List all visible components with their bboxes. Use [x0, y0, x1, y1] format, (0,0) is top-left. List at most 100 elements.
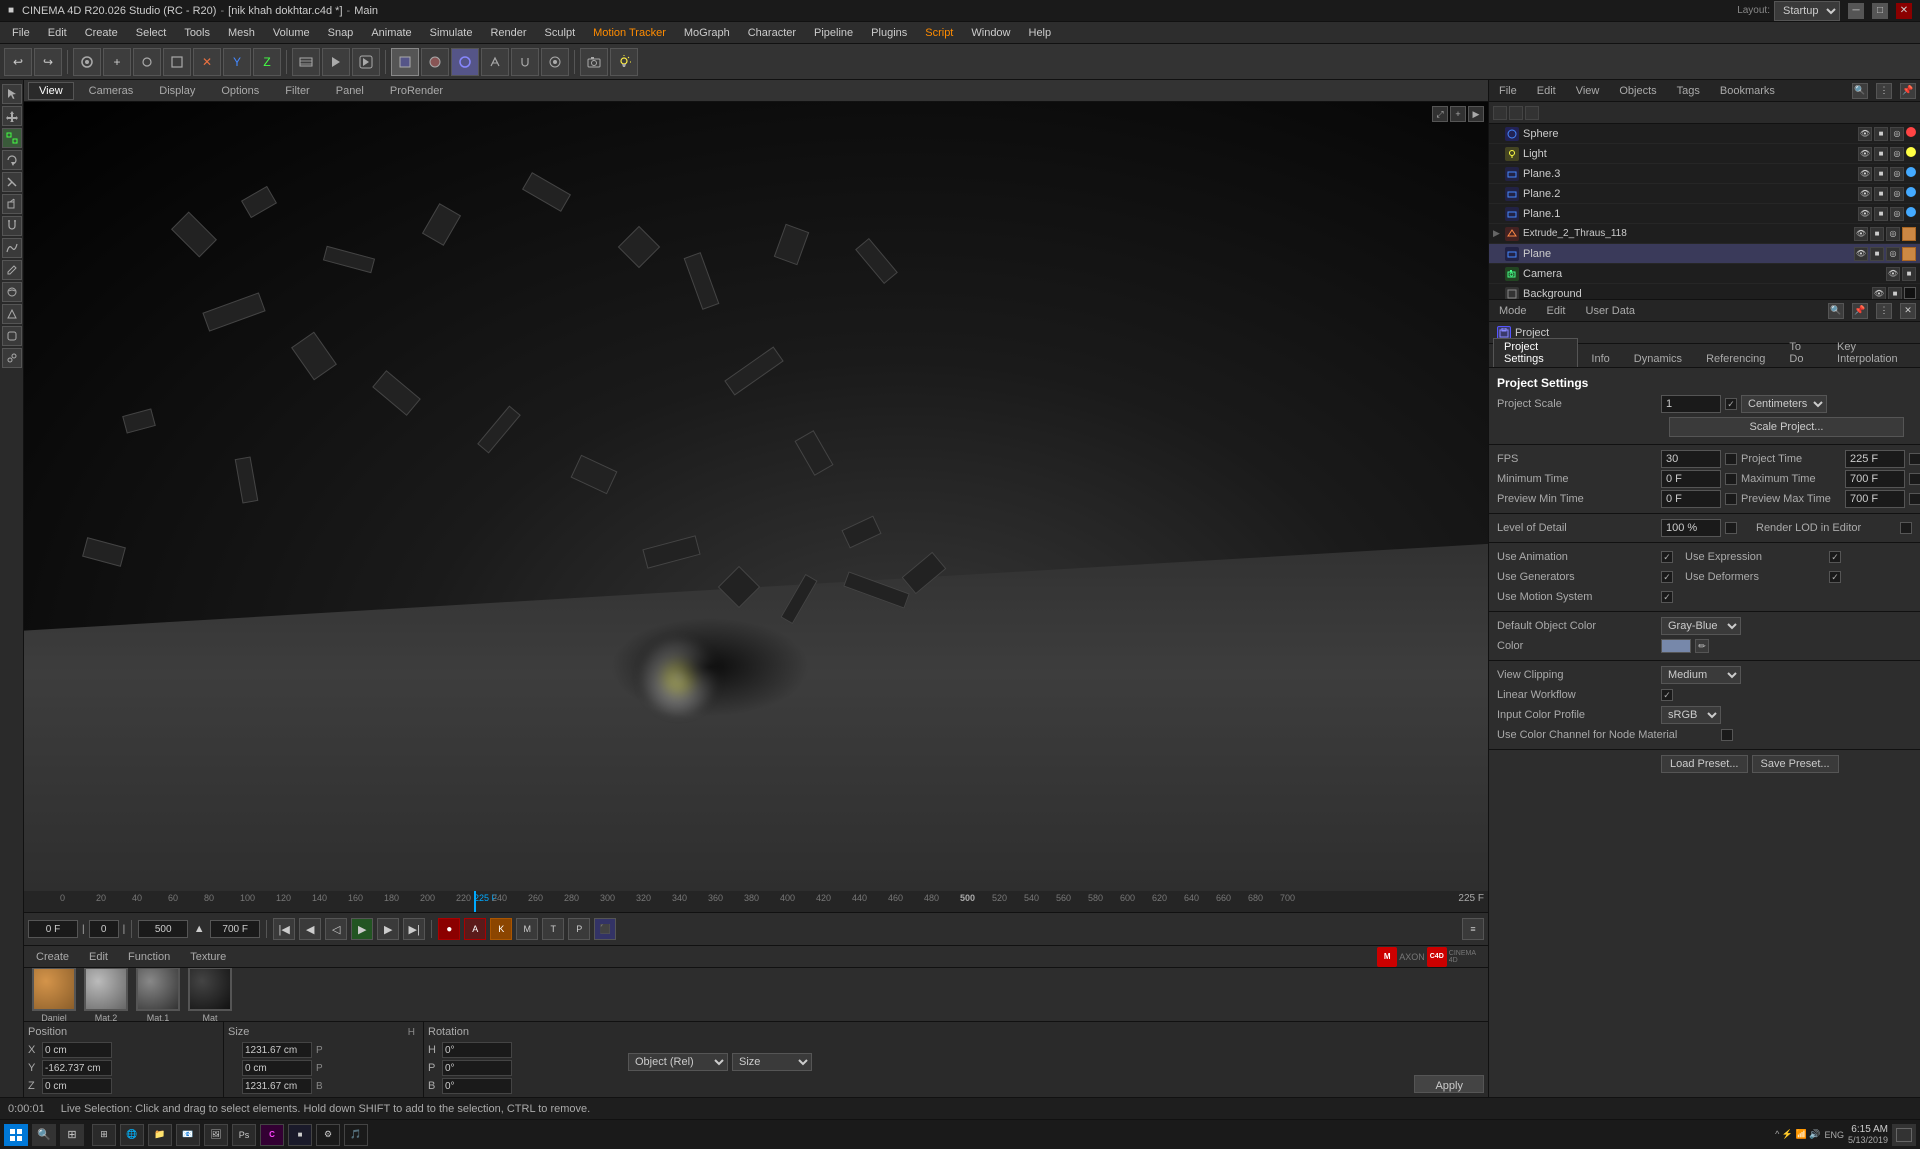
- obj-edit-btn[interactable]: Edit: [1531, 84, 1562, 98]
- redo-button[interactable]: ↪: [34, 48, 62, 76]
- viewport-3d[interactable]: ⤢ + ▶: [24, 102, 1488, 891]
- timeline-end-button[interactable]: ≡: [1462, 918, 1484, 940]
- mat-tab-edit[interactable]: Edit: [81, 949, 116, 965]
- attr-tab-info[interactable]: Info: [1580, 350, 1620, 367]
- show-desktop-button[interactable]: [1892, 1124, 1916, 1146]
- plane3-lock-btn[interactable]: ◎: [1890, 167, 1904, 181]
- menu-script[interactable]: Script: [917, 25, 961, 41]
- attr-extra-btn[interactable]: ⋮: [1876, 303, 1892, 319]
- task-view-button[interactable]: ⊞: [60, 1124, 84, 1146]
- mograph-tool[interactable]: [2, 348, 22, 368]
- menu-edit[interactable]: Edit: [40, 25, 75, 41]
- taskbar-app-1[interactable]: ⊞: [92, 1124, 116, 1146]
- menu-plugins[interactable]: Plugins: [863, 25, 915, 41]
- minimize-button[interactable]: ─: [1848, 3, 1864, 19]
- camera-render-btn[interactable]: ■: [1902, 267, 1916, 281]
- viewport-toggle-button[interactable]: +: [1450, 106, 1466, 122]
- texture-mode-button[interactable]: [421, 48, 449, 76]
- fps-input[interactable]: [1661, 450, 1721, 468]
- render-button[interactable]: [322, 48, 350, 76]
- obj-row-plane2[interactable]: Plane.2 👁 ■ ◎: [1489, 184, 1920, 204]
- menu-animate[interactable]: Animate: [363, 25, 419, 41]
- use-deformers-check[interactable]: [1829, 571, 1841, 583]
- menu-simulate[interactable]: Simulate: [422, 25, 481, 41]
- project-scale-lock[interactable]: [1725, 398, 1737, 410]
- extrude-render-btn[interactable]: ■: [1870, 227, 1884, 241]
- obj-search-btn[interactable]: 🔍: [1852, 83, 1868, 99]
- simulation-tool[interactable]: [2, 304, 22, 324]
- preview-max-input[interactable]: [1845, 490, 1905, 508]
- light-button[interactable]: [610, 48, 638, 76]
- y-axis-button[interactable]: Z: [253, 48, 281, 76]
- linear-workflow-check[interactable]: [1661, 689, 1673, 701]
- max-frame-input[interactable]: [210, 920, 260, 938]
- min-time-lock[interactable]: [1725, 473, 1737, 485]
- plane2-lock-btn[interactable]: ◎: [1890, 187, 1904, 201]
- move-tool[interactable]: [2, 106, 22, 126]
- max-time-lock[interactable]: [1909, 473, 1920, 485]
- tab-panel[interactable]: Panel: [325, 82, 375, 100]
- obj-row-plane-selected[interactable]: Plane 👁 ■ ◎: [1489, 244, 1920, 264]
- obj-file-btn[interactable]: File: [1493, 84, 1523, 98]
- move-tool-button[interactable]: [133, 48, 161, 76]
- input-color-profile-select[interactable]: sRGB: [1661, 706, 1721, 724]
- use-generators-check[interactable]: [1661, 571, 1673, 583]
- layout-dropdown[interactable]: Startup: [1774, 1, 1840, 21]
- attr-tab-todo[interactable]: To Do: [1778, 338, 1824, 367]
- viewport-render-button[interactable]: ▶: [1468, 106, 1484, 122]
- tab-filter[interactable]: Filter: [274, 82, 320, 100]
- play-back-button[interactable]: ◁: [325, 918, 347, 940]
- plane1-render-btn[interactable]: ■: [1874, 207, 1888, 221]
- menu-tools[interactable]: Tools: [176, 25, 218, 41]
- end-frame-input[interactable]: [138, 920, 188, 938]
- rotation-h-input[interactable]: [442, 1042, 512, 1058]
- coord-mode-select[interactable]: Size: [732, 1053, 812, 1071]
- paint-tool[interactable]: [2, 260, 22, 280]
- viewport-expand-button[interactable]: ⤢: [1432, 106, 1448, 122]
- plane-sel-vis-btn[interactable]: 👁: [1854, 247, 1868, 261]
- use-color-channel-check[interactable]: [1721, 729, 1733, 741]
- menu-sculpt[interactable]: Sculpt: [537, 25, 584, 41]
- menu-help[interactable]: Help: [1021, 25, 1060, 41]
- position-z-input[interactable]: [42, 1078, 112, 1094]
- tab-prorender[interactable]: ProRender: [379, 82, 454, 100]
- taskbar-app-c4d[interactable]: ■: [288, 1124, 312, 1146]
- project-time-lock[interactable]: [1909, 453, 1920, 465]
- obj-row-plane1[interactable]: Plane.1 👁 ■ ◎: [1489, 204, 1920, 224]
- attr-search-btn[interactable]: 🔍: [1828, 303, 1844, 319]
- view-clipping-select[interactable]: Medium: [1661, 666, 1741, 684]
- obj-bookmarks-btn[interactable]: Bookmarks: [1714, 84, 1781, 98]
- texture-axis-button[interactable]: [451, 48, 479, 76]
- mat-tab-create[interactable]: Create: [28, 949, 77, 965]
- light-render-btn[interactable]: ■: [1874, 147, 1888, 161]
- tab-options[interactable]: Options: [210, 82, 270, 100]
- timeline-button[interactable]: T: [542, 918, 564, 940]
- plane1-lock-btn[interactable]: ◎: [1890, 207, 1904, 221]
- play-button[interactable]: ▶: [351, 918, 373, 940]
- interactive-render-button[interactable]: [352, 48, 380, 76]
- scale-tool-button[interactable]: ✕: [193, 48, 221, 76]
- background-vis-btn[interactable]: 👁: [1872, 287, 1886, 300]
- knife-tool[interactable]: [2, 172, 22, 192]
- taskbar-app-ps[interactable]: Ps: [232, 1124, 256, 1146]
- menu-character[interactable]: Character: [740, 25, 804, 41]
- sphere-render-btn[interactable]: ■: [1874, 127, 1888, 141]
- obj-pin-btn[interactable]: 📌: [1900, 83, 1916, 99]
- plane2-vis-btn[interactable]: 👁: [1858, 187, 1872, 201]
- obj-row-plane3[interactable]: Plane.3 👁 ■ ◎: [1489, 164, 1920, 184]
- attr-pin-btn[interactable]: 📌: [1852, 303, 1868, 319]
- undo-button[interactable]: ↩: [4, 48, 32, 76]
- extrude-lock-btn[interactable]: ◎: [1886, 227, 1900, 241]
- attr-userdata-btn[interactable]: User Data: [1580, 304, 1642, 318]
- scale-tool[interactable]: [2, 128, 22, 148]
- x-axis-button[interactable]: Y: [223, 48, 251, 76]
- menu-mesh[interactable]: Mesh: [220, 25, 263, 41]
- use-expression-check[interactable]: [1829, 551, 1841, 563]
- powerslide-button[interactable]: P: [568, 918, 590, 940]
- size-x-input[interactable]: [242, 1042, 312, 1058]
- coord-system-select[interactable]: Object (Rel) World: [628, 1053, 728, 1071]
- render-queue-button[interactable]: [292, 48, 320, 76]
- size-y-input[interactable]: [242, 1060, 312, 1076]
- search-taskbar-button[interactable]: 🔍: [32, 1124, 56, 1146]
- current-frame-input[interactable]: [28, 920, 78, 938]
